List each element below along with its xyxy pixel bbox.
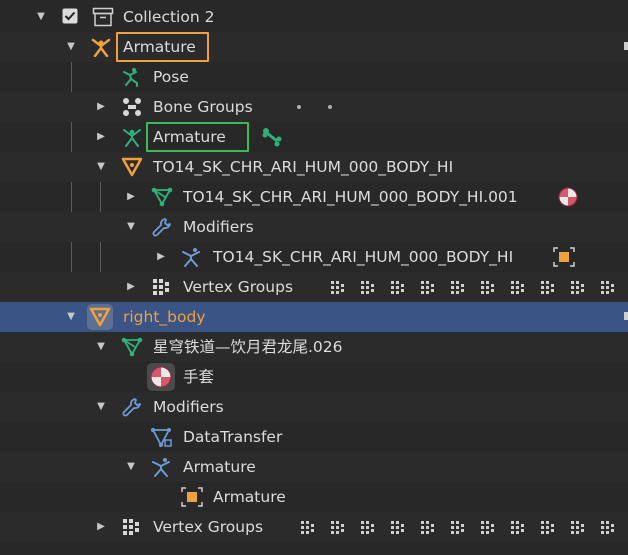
mesh-triangle-icon [121, 157, 143, 177]
material-sphere-icon[interactable] [557, 187, 579, 207]
expand-icon[interactable]: ▶ [95, 131, 107, 143]
row-modifiers-1[interactable]: ▼ Modifiers [0, 212, 628, 242]
vertex-group-icon[interactable] [420, 520, 438, 536]
modifiers-2-label[interactable]: Modifiers [153, 397, 224, 417]
vertex-group-icon [151, 277, 173, 297]
vertex-group-icon[interactable] [480, 280, 498, 296]
vertex-group-icon[interactable] [450, 520, 468, 536]
expand-icon[interactable]: ▶ [95, 101, 107, 113]
vertex-group-icon[interactable] [510, 520, 528, 536]
vertex-groups-1-label[interactable]: Vertex Groups [183, 277, 293, 297]
vertex-group-icon[interactable] [570, 520, 588, 536]
overflow-indicator [624, 42, 628, 50]
vertex-group-icon[interactable] [390, 520, 408, 536]
expand-icon[interactable]: ▶ [125, 281, 137, 293]
overflow-indicator [624, 312, 628, 320]
row-mesh-data-2[interactable]: ▼ 星穹铁道—饮月君龙尾.026 [0, 332, 628, 362]
row-vertex-groups-1[interactable]: ▶ Vertex Groups [0, 272, 628, 302]
collapse-icon[interactable]: ▼ [65, 41, 77, 53]
row-collection[interactable]: ▼ Collection 2 [0, 2, 628, 32]
expand-icon[interactable]: ▶ [155, 251, 167, 263]
mesh-triangle-icon [87, 304, 113, 330]
modifiers-1-label[interactable]: Modifiers [183, 217, 254, 237]
bone-groups-label[interactable]: Bone Groups [153, 97, 253, 117]
collection-label[interactable]: Collection 2 [123, 7, 214, 27]
mesh-object-label[interactable]: TO14_SK_CHR_ARI_HUM_000_BODY_HI [153, 157, 453, 177]
armature-modifier-2-label[interactable]: Armature [183, 457, 256, 477]
armature-target-icon[interactable] [553, 247, 575, 267]
row-datatransfer[interactable]: DataTransfer [0, 422, 628, 452]
armature-modifier-icon [151, 457, 173, 477]
row-right-body[interactable]: ▼ right_body [0, 302, 628, 332]
row-armature-modifier[interactable]: ▶ TO14_SK_CHR_ARI_HUM_000_BODY_HI [0, 242, 628, 272]
vertex-group-icon[interactable] [330, 520, 348, 536]
vertex-group-icon[interactable] [480, 520, 498, 536]
mesh-data-icon [151, 187, 173, 207]
collapse-icon[interactable]: ▼ [95, 401, 107, 413]
outliner-panel: ▼ Collection 2 ▼ Armature Pose ▶ Bone Gr… [0, 0, 628, 555]
right-body-label[interactable]: right_body [123, 307, 206, 327]
wrench-icon [151, 217, 173, 237]
vertex-group-icon[interactable] [390, 280, 408, 296]
armature-target-icon [181, 487, 203, 507]
expand-icon[interactable]: ▶ [125, 191, 137, 203]
collapse-icon[interactable]: ▼ [65, 311, 77, 323]
armature-icon [90, 37, 112, 58]
armature-modifier-icon [181, 247, 203, 267]
vertex-group-icon[interactable] [540, 520, 558, 536]
mesh-data-2-label[interactable]: 星穹铁道—饮月君龙尾.026 [153, 337, 343, 357]
row-pose[interactable]: Pose [0, 62, 628, 92]
vertex-group-icon[interactable] [330, 280, 348, 296]
vertex-group-icon[interactable] [570, 280, 588, 296]
vertex-group-icon[interactable] [360, 520, 378, 536]
armature-modifier-label[interactable]: TO14_SK_CHR_ARI_HUM_000_BODY_HI [213, 247, 513, 267]
vertex-group-icon[interactable] [420, 280, 438, 296]
vertex-group-icon[interactable] [600, 280, 618, 296]
vertex-groups-2-label[interactable]: Vertex Groups [153, 517, 263, 537]
wrench-icon [121, 397, 143, 417]
vertex-group-icon[interactable] [360, 280, 378, 296]
row-mesh-object[interactable]: ▼ TO14_SK_CHR_ARI_HUM_000_BODY_HI [0, 152, 628, 182]
dot-indicator [297, 105, 301, 109]
collapse-icon[interactable]: ▼ [125, 221, 137, 233]
armature-target-label[interactable]: Armature [213, 487, 286, 507]
material-label[interactable]: 手套 [183, 367, 214, 387]
vertex-group-icon[interactable] [450, 280, 468, 296]
checkbox-checked-icon[interactable] [62, 8, 78, 24]
pose-icon [121, 67, 143, 87]
row-mesh-data[interactable]: ▶ TO14_SK_CHR_ARI_HUM_000_BODY_HI.001 [0, 182, 628, 212]
datatransfer-icon [151, 427, 173, 447]
row-bone-groups[interactable]: ▶ Bone Groups [0, 92, 628, 122]
row-armature-target[interactable]: Armature [0, 482, 628, 512]
vertex-group-icon [121, 517, 143, 537]
material-sphere-icon [147, 363, 175, 391]
dot-indicator [328, 105, 332, 109]
expand-icon[interactable]: ▶ [95, 521, 107, 533]
pose-label[interactable]: Pose [153, 67, 189, 87]
row-vertex-groups-2[interactable]: ▶ Vertex Groups [0, 512, 628, 542]
collapse-icon[interactable]: ▼ [35, 11, 47, 23]
vertex-group-icon[interactable] [600, 520, 618, 536]
bone-groups-icon [121, 97, 143, 117]
collection-icon [92, 7, 114, 27]
row-modifiers-2[interactable]: ▼ Modifiers [0, 392, 628, 422]
collapse-icon[interactable]: ▼ [95, 341, 107, 353]
row-armature-modifier-2[interactable]: ▼ Armature [0, 452, 628, 482]
armature-object-label[interactable]: Armature [123, 37, 196, 57]
mesh-data-icon [121, 337, 143, 357]
collapse-icon[interactable]: ▼ [95, 161, 107, 173]
mesh-data-label[interactable]: TO14_SK_CHR_ARI_HUM_000_BODY_HI.001 [183, 187, 518, 207]
vertex-group-icon[interactable] [300, 520, 318, 536]
row-armature-object[interactable]: ▼ Armature [0, 32, 628, 62]
row-armature-data[interactable]: ▶ Armature [0, 122, 628, 152]
vertex-group-icon[interactable] [540, 280, 558, 296]
armature-data-icon [121, 127, 143, 147]
vertex-group-icon[interactable] [510, 280, 528, 296]
datatransfer-label[interactable]: DataTransfer [183, 427, 282, 447]
bone-icon[interactable] [261, 127, 283, 147]
armature-data-label[interactable]: Armature [153, 127, 226, 147]
row-material[interactable]: 手套 [0, 362, 628, 392]
collapse-icon[interactable]: ▼ [125, 461, 137, 473]
